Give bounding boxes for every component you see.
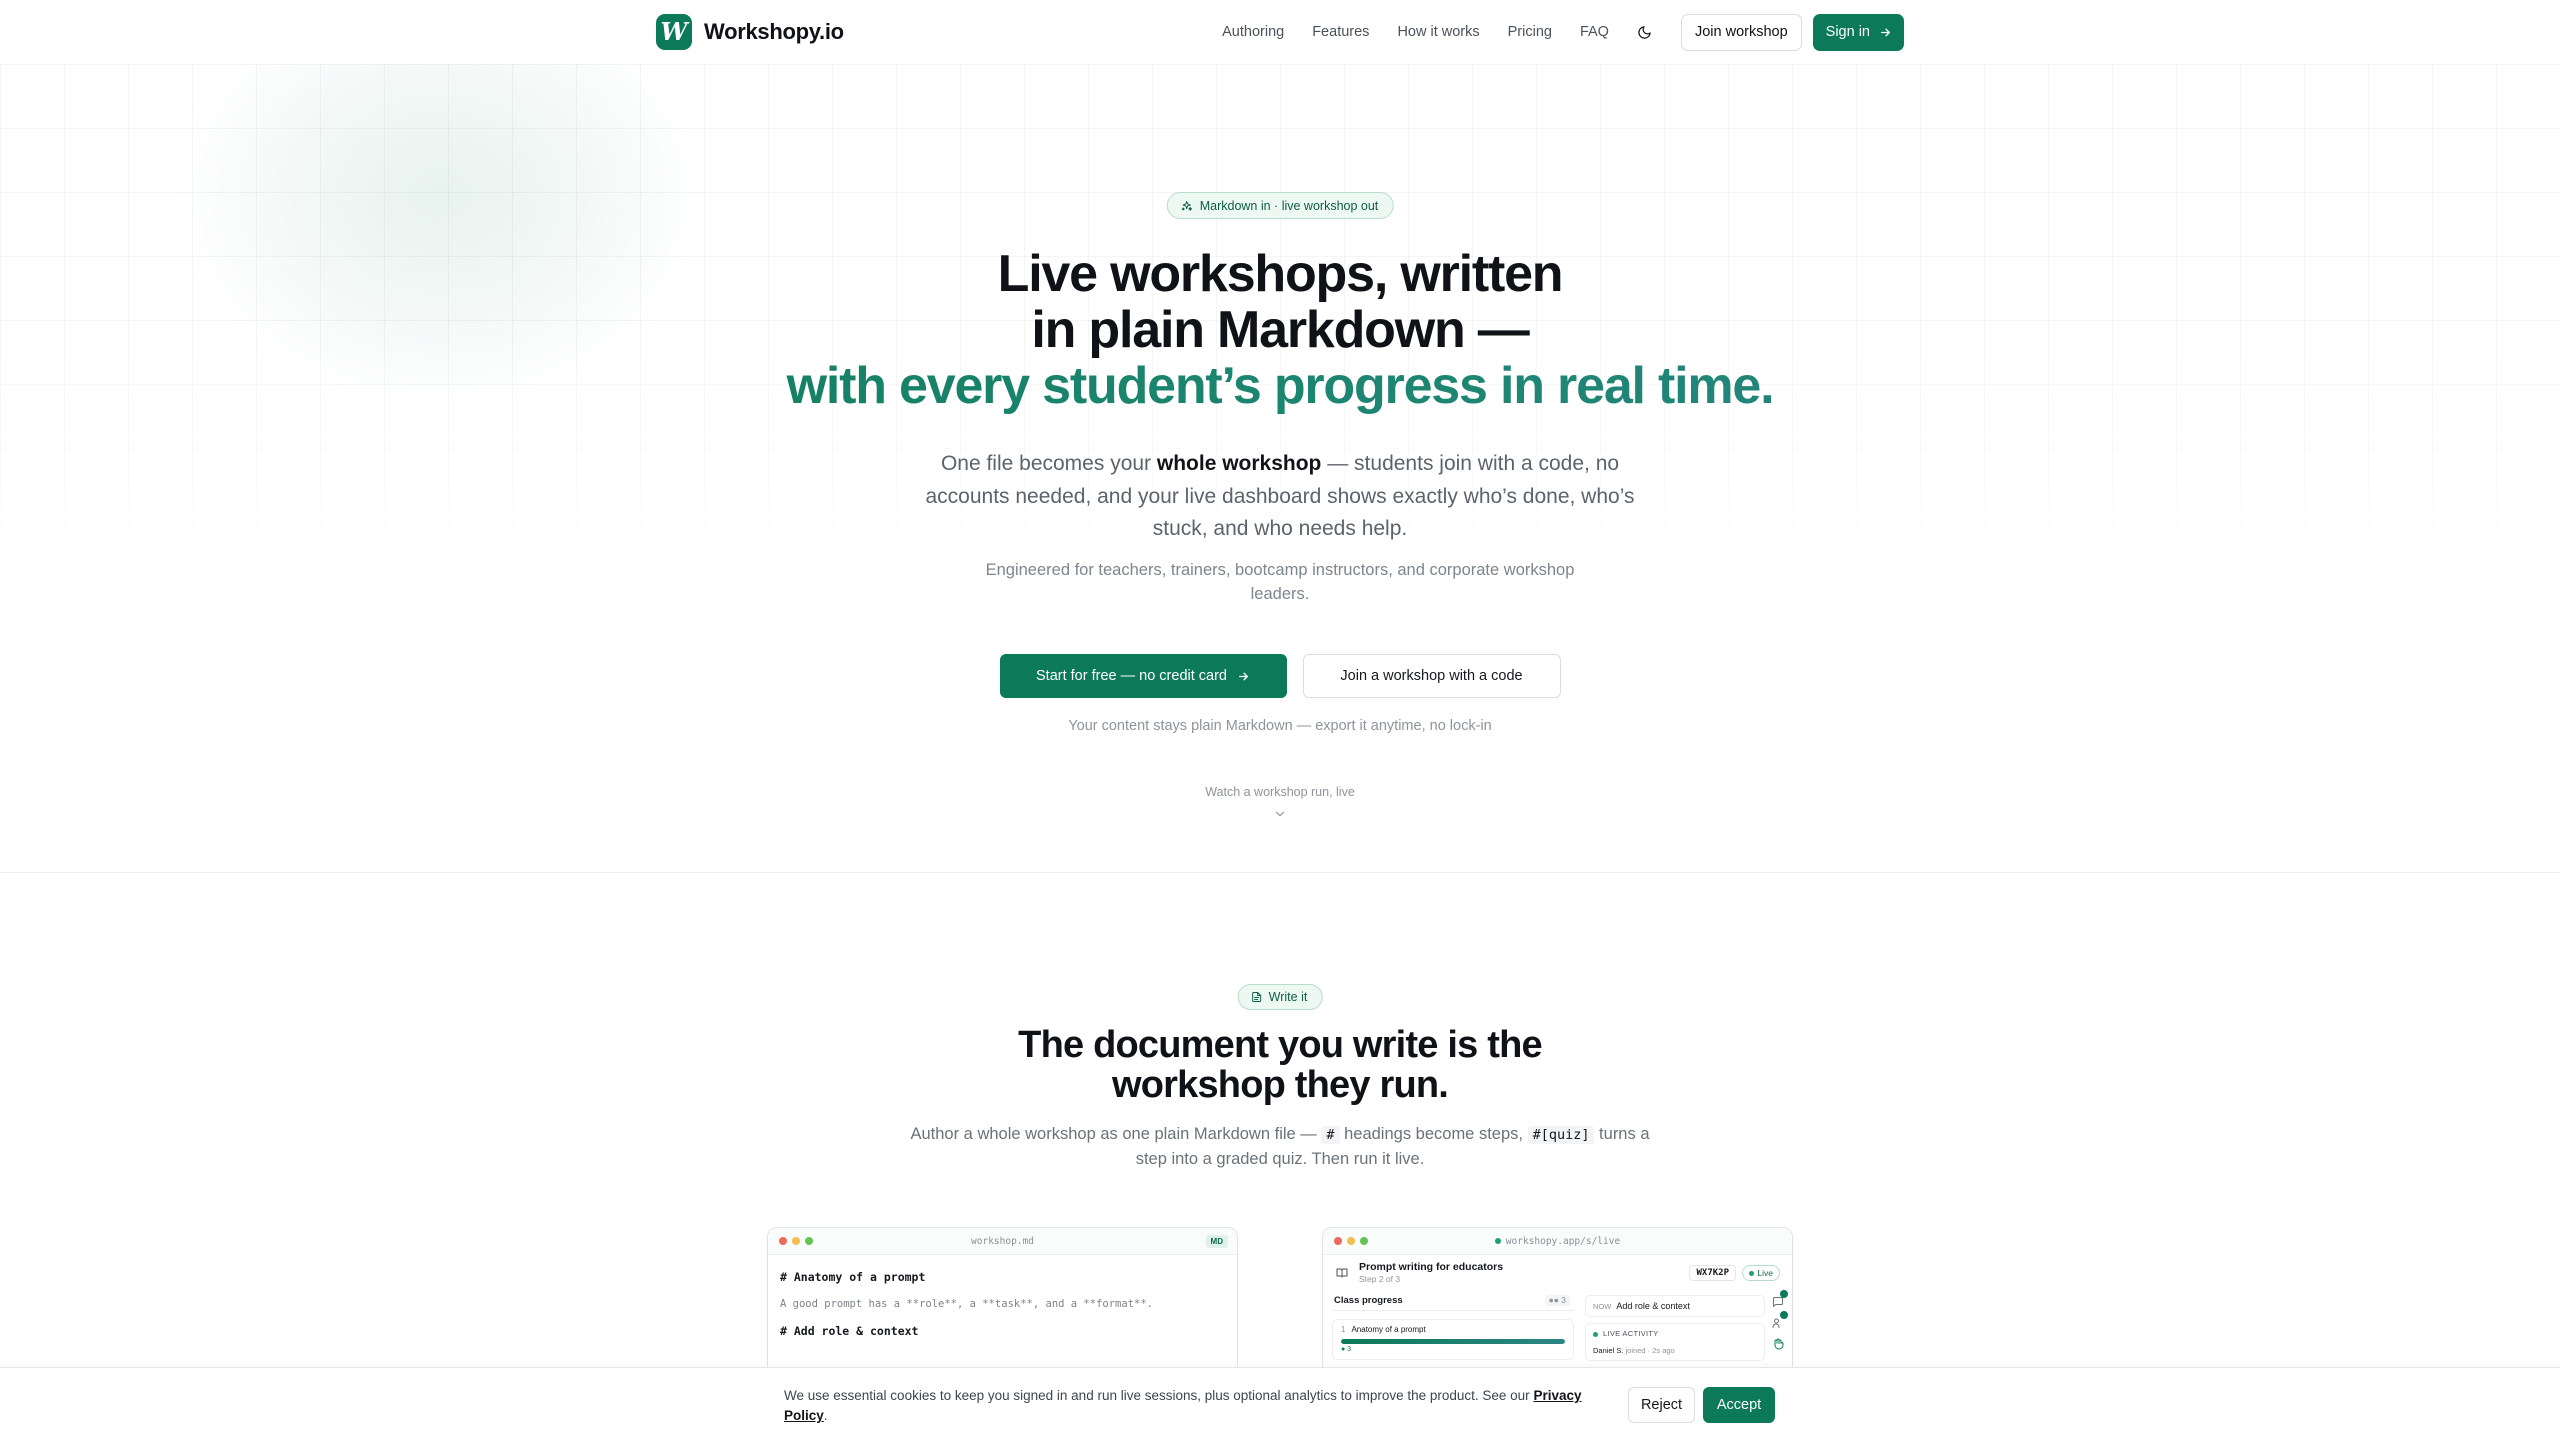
headline-line-1: Live workshops, written — [997, 245, 1564, 303]
student-count-badge: ●● 3 — [1544, 1295, 1570, 1306]
brand-name: Workshopy.io — [704, 19, 844, 44]
headline-line-2: in plain Markdown — — [1031, 301, 1529, 359]
theme-toggle-button[interactable] — [1631, 18, 1659, 46]
progress-row[interactable]: 1 Anatomy of a prompt ● 3 — [1332, 1319, 1574, 1360]
arrow-right-icon — [1239, 672, 1248, 680]
nav-link-authoring[interactable]: Authoring — [1222, 24, 1284, 40]
watch-live-link[interactable]: Watch a workshop run, live — [0, 785, 2560, 799]
class-progress-panel: Class progress ●● 3 1 Anatomy of a prompt… — [1332, 1295, 1574, 1360]
dashboard-side-rail — [1770, 1290, 1788, 1350]
start-free-button[interactable]: Start for free — no credit card — [999, 654, 1287, 698]
now-step-label: Add role & context — [1616, 1301, 1690, 1311]
markdown-badge: MD — [1205, 1235, 1228, 1248]
live-indicator-dot — [1494, 1238, 1501, 1244]
arrow-right-icon — [1881, 28, 1890, 36]
sparkles-icon — [1181, 200, 1193, 211]
activity-item: Daniel S. joined · 2s ago — [1593, 1346, 1675, 1355]
hand-raise-icon[interactable] — [1772, 1337, 1784, 1350]
current-step-panel: NOW Add role & context LIVE ACTIVITY Dani… — [1585, 1295, 1765, 1361]
cookie-consent-banner: We use essential cookies to keep you sig… — [0, 1367, 2560, 1440]
hero-pill-label: Markdown in · live workshop out — [1199, 198, 1379, 213]
nav-links: Authoring Features How it works Pricing … — [1222, 13, 1904, 51]
notification-badge — [1780, 1290, 1788, 1298]
progress-mini-count: ● 3 — [1341, 1346, 1352, 1353]
sign-in-label: Sign in — [1825, 24, 1870, 40]
users-icon[interactable] — [1772, 1311, 1788, 1328]
inline-code-heading: # — [1321, 1126, 1340, 1144]
notification-badge — [1780, 1311, 1788, 1319]
class-progress-label: Class progress — [1334, 1295, 1403, 1306]
markdown-source: # Anatomy of a prompt A good prompt has … — [768, 1255, 1237, 1354]
hero-cta-row: Start for free — no credit card Join a w… — [0, 654, 2560, 698]
hero-pill-badge: Markdown in · live workshop out — [1166, 192, 1394, 219]
top-navigation: W Workshopy.io Authoring Features How it… — [0, 0, 2560, 64]
dashboard-title-bar: workshopy.app/s/live — [1323, 1228, 1792, 1255]
nav-link-faq[interactable]: FAQ — [1580, 24, 1609, 40]
cookie-message: We use essential cookies to keep you sig… — [784, 1388, 1582, 1423]
progress-row-label: Anatomy of a prompt — [1351, 1325, 1426, 1334]
write-it-label: Write it — [1268, 990, 1308, 1004]
editor-title-bar: workshop.md MD — [768, 1228, 1237, 1255]
hero-headline: Live workshops, written in plain Markdow… — [0, 246, 2560, 414]
logo-icon: W — [656, 14, 692, 50]
inline-code-quiz: #[quiz] — [1527, 1126, 1595, 1144]
headline-line-3-highlight: with every student’s progress in real ti… — [0, 358, 2560, 414]
start-free-label: Start for free — no credit card — [1036, 668, 1227, 684]
nav-link-how-it-works[interactable]: How it works — [1397, 24, 1479, 40]
nav-link-pricing[interactable]: Pricing — [1508, 24, 1552, 40]
accept-cookies-button[interactable]: Accept — [1703, 1387, 1775, 1423]
editor-filename: workshop.md — [971, 1235, 1034, 1247]
moon-icon — [1638, 25, 1652, 39]
progress-bar-fill — [1341, 1339, 1565, 1344]
sign-in-button[interactable]: Sign in — [1812, 13, 1904, 51]
join-workshop-button[interactable]: Join workshop — [1680, 13, 1802, 51]
nav-link-features[interactable]: Features — [1312, 24, 1369, 40]
hero-description: One file becomes your whole workshop — s… — [925, 452, 1635, 540]
dashboard-url: workshopy.app/s/live — [1323, 1236, 1792, 1247]
hero-description-emphasis: whole workshop — [1156, 452, 1322, 475]
write-it-pill: Write it — [1237, 984, 1323, 1010]
live-activity-feed: LIVE ACTIVITY Daniel S. joined · 2s ago — [1585, 1323, 1765, 1361]
join-code: WX7K2P — [1689, 1265, 1736, 1281]
code-line: # Add role & context — [780, 1324, 919, 1338]
chat-icon[interactable] — [1772, 1290, 1788, 1307]
join-with-code-button[interactable]: Join a workshop with a code — [1302, 654, 1561, 698]
live-status-badge: Live — [1742, 1265, 1780, 1281]
live-activity-label: LIVE ACTIVITY — [1603, 1329, 1659, 1338]
now-step-card: NOW Add role & context — [1585, 1295, 1765, 1317]
hero-audience: Engineered for teachers, trainers, bootc… — [985, 561, 1575, 603]
book-icon — [1336, 1268, 1348, 1278]
document-icon — [1252, 992, 1262, 1002]
progress-bar — [1341, 1339, 1565, 1344]
code-line: # Anatomy of a prompt — [780, 1270, 926, 1284]
section-divider — [0, 872, 2560, 873]
write-it-heading: The document you write is the workshop t… — [1018, 1024, 1542, 1106]
write-it-description: Author a whole workshop as one plain Mar… — [910, 1125, 1650, 1168]
cta-note: Your content stays plain Markdown — expo… — [1068, 718, 1492, 734]
chevron-down-icon[interactable] — [1273, 807, 1287, 821]
reject-cookies-button[interactable]: Reject — [1628, 1387, 1695, 1423]
brand-home-link[interactable]: W Workshopy.io — [656, 14, 844, 50]
session-header: Prompt writing for educators Step 2 of 3… — [1323, 1255, 1792, 1291]
code-line: A good prompt has a **role**, a **task**… — [780, 1298, 1153, 1310]
